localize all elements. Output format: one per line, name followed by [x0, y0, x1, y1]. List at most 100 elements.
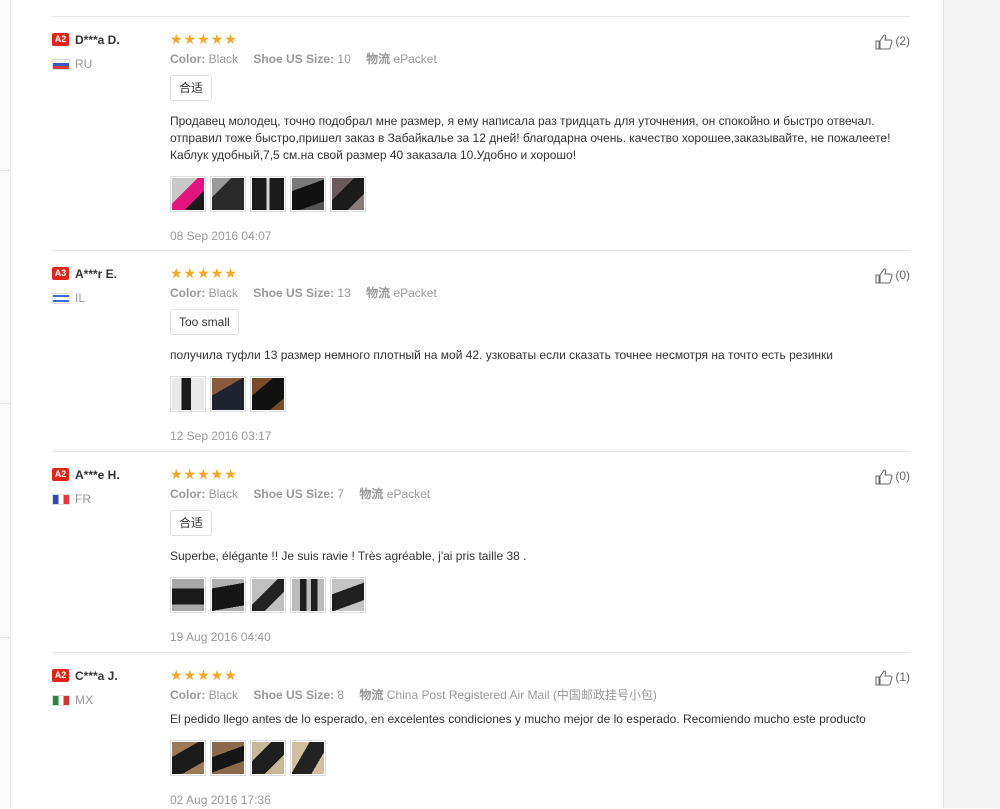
- helpful-count: (1): [895, 670, 910, 684]
- buyer-country: MX: [52, 693, 162, 707]
- buyer-level-badge: A2: [52, 33, 69, 47]
- review-date: 08 Sep 2016 04:07: [170, 229, 272, 243]
- color-value: Black: [208, 487, 239, 501]
- country-code: RU: [75, 57, 93, 71]
- shipping-label: 物流: [366, 286, 391, 300]
- review-body: ★★★★★ Color: Black Shoe US Size: 7 物流 eP…: [170, 466, 910, 645]
- thumbs-up-icon: [875, 469, 893, 485]
- size-value: 7: [337, 487, 345, 501]
- order-attributes: Color: Black Shoe US Size: 7 物流 ePacket: [170, 486, 910, 502]
- review-item: A2 A***e H. FR ★★★★★ Color: Black Shoe US…: [52, 451, 910, 652]
- review-photo[interactable]: [210, 376, 246, 412]
- fit-tag: 合适: [170, 75, 213, 101]
- photo-gallery: [170, 577, 910, 617]
- color-label: Color:: [170, 286, 206, 300]
- review-list: A2 D***a D. RU ★★★★★ Color: Black Shoe US…: [0, 0, 943, 808]
- color-label: Color:: [170, 52, 206, 66]
- order-attributes: Color: Black Shoe US Size: 10 物流 ePacket: [170, 51, 910, 67]
- rating-stars-icon: ★★★★★: [170, 265, 238, 281]
- review-photo[interactable]: [170, 577, 206, 613]
- buyer-country: RU: [52, 57, 162, 71]
- shipping-label: 物流: [366, 52, 391, 66]
- size-label: Shoe US Size:: [253, 487, 335, 501]
- buyer-info: A3 A***r E. IL: [52, 265, 162, 305]
- review-photo[interactable]: [170, 176, 206, 212]
- helpful-count: (2): [895, 34, 910, 48]
- review-photo[interactable]: [210, 740, 246, 776]
- helpful-button[interactable]: (0): [875, 267, 910, 284]
- review-photo[interactable]: [210, 577, 246, 613]
- review-item: A2 D***a D. RU ★★★★★ Color: Black Shoe US…: [52, 16, 910, 251]
- review-photo[interactable]: [330, 176, 366, 212]
- order-attributes: Color: Black Shoe US Size: 8 物流 China Po…: [170, 687, 910, 703]
- buyer-info: A2 D***a D. RU: [52, 31, 162, 71]
- buyer-info: A2 C***a J. MX: [52, 667, 162, 707]
- color-value: Black: [208, 52, 239, 66]
- photo-gallery: [170, 376, 910, 416]
- helpful-button[interactable]: (2): [875, 33, 910, 50]
- thumbs-up-icon: [875, 670, 893, 686]
- rating-stars-icon: ★★★★★: [170, 667, 238, 683]
- helpful-count: (0): [895, 268, 910, 282]
- review-photo[interactable]: [250, 577, 286, 613]
- country-code: MX: [75, 693, 93, 707]
- review-date: 19 Aug 2016 04:40: [170, 630, 271, 644]
- photo-gallery: [170, 176, 910, 216]
- review-photo[interactable]: [210, 176, 246, 212]
- review-photo[interactable]: [170, 740, 206, 776]
- size-label: Shoe US Size:: [253, 688, 335, 702]
- buyer-name: C***a J.: [75, 668, 118, 683]
- review-date: 02 Aug 2016 17:36: [170, 793, 271, 807]
- right-gutter: [943, 0, 1000, 808]
- buyer-level-badge: A3: [52, 267, 69, 281]
- buyer-name: D***a D.: [75, 32, 120, 47]
- review-photo[interactable]: [250, 740, 286, 776]
- review-photo[interactable]: [330, 577, 366, 613]
- size-value: 8: [337, 688, 345, 702]
- color-label: Color:: [170, 487, 206, 501]
- fit-tag: Too small: [170, 309, 239, 335]
- shipping-value: China Post Registered Air Mail (中国邮政挂号小包…: [386, 688, 657, 702]
- review-photo[interactable]: [250, 376, 286, 412]
- review-body: ★★★★★ Color: Black Shoe US Size: 13 物流 e…: [170, 265, 910, 444]
- review-text: El pedido llego antes de lo esperado, en…: [170, 712, 866, 726]
- buyer-name: A***e H.: [75, 467, 120, 482]
- review-body: ★★★★★ Color: Black Shoe US Size: 8 物流 Ch…: [170, 667, 910, 808]
- size-value: 10: [337, 52, 351, 66]
- review-photo[interactable]: [170, 376, 206, 412]
- color-value: Black: [208, 286, 239, 300]
- thumbs-up-icon: [875, 34, 893, 50]
- flag-ru-icon: [52, 59, 70, 71]
- buyer-name: A***r E.: [75, 266, 118, 281]
- review-text: Superbe, élégante !! Je suis ravie ! Trè…: [170, 549, 527, 563]
- shipping-label: 物流: [359, 688, 384, 702]
- size-value: 13: [337, 286, 351, 300]
- color-label: Color:: [170, 688, 206, 702]
- country-code: IL: [75, 291, 86, 305]
- review-item: A2 C***a J. MX ★★★★★ Color: Black Shoe US…: [52, 652, 910, 809]
- review-body: ★★★★★ Color: Black Shoe US Size: 10 物流 e…: [170, 31, 910, 244]
- helpful-button[interactable]: (0): [875, 468, 910, 485]
- review-photo[interactable]: [290, 176, 326, 212]
- buyer-info: A2 A***e H. FR: [52, 466, 162, 506]
- shipping-value: ePacket: [393, 286, 437, 300]
- helpful-button[interactable]: (1): [875, 669, 910, 686]
- size-label: Shoe US Size:: [253, 52, 335, 66]
- review-photo[interactable]: [250, 176, 286, 212]
- order-attributes: Color: Black Shoe US Size: 13 物流 ePacket: [170, 285, 910, 301]
- review-text: получила туфли 13 размер немного плотный…: [170, 348, 833, 362]
- buyer-level-badge: A2: [52, 669, 69, 683]
- color-value: Black: [208, 688, 239, 702]
- flag-fr-icon: [52, 494, 70, 506]
- review-photo[interactable]: [290, 740, 326, 776]
- country-code: FR: [75, 492, 91, 506]
- helpful-count: (0): [895, 469, 910, 483]
- review-photo[interactable]: [290, 577, 326, 613]
- buyer-level-badge: A2: [52, 468, 69, 482]
- review-item: A3 A***r E. IL ★★★★★ Color: Black Shoe US…: [52, 250, 910, 451]
- fit-tag: 合适: [170, 510, 213, 536]
- shipping-value: ePacket: [386, 487, 431, 501]
- photo-gallery: [170, 740, 910, 780]
- size-label: Shoe US Size:: [253, 286, 335, 300]
- buyer-country: IL: [52, 291, 162, 305]
